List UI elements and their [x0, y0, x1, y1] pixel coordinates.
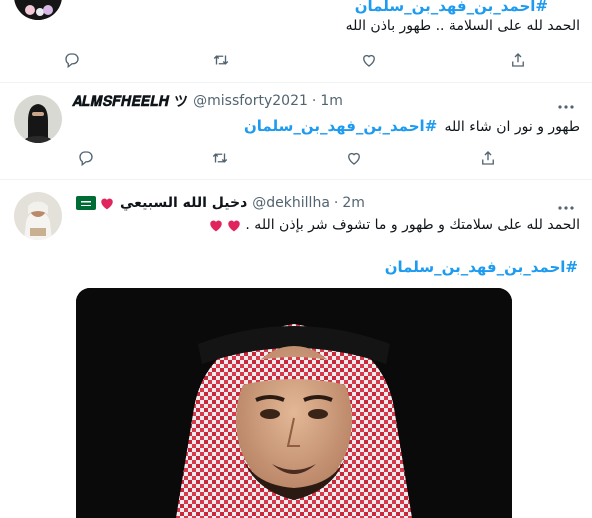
user-handle[interactable]: @dekhillha	[252, 195, 330, 211]
heart-emoji-icon	[99, 196, 115, 210]
hashtag-link[interactable]: #احمد_بن_فهد_بن_سلمان	[385, 258, 578, 276]
tweet-text: الحمد لله على سلامتك و طهور و ما تشوف شر…	[245, 217, 580, 233]
tweet-3[interactable]: دخيل الله السبيعي @dekhillha · 2m الحمد …	[0, 180, 592, 518]
tweet-text: الحمد لله على السلامة .. طهور باذن الله	[345, 18, 580, 34]
avatar[interactable]	[14, 95, 62, 143]
more-icon[interactable]	[556, 97, 576, 109]
tweet-header: 𝑨𝑳𝑴𝑺𝑭𝑯𝑬𝑬𝑳𝑯 ツ @missforty2021 · 1m	[72, 91, 343, 111]
retweet-icon[interactable]	[209, 50, 233, 70]
like-icon[interactable]	[357, 50, 381, 70]
user-handle[interactable]: @missforty2021	[193, 93, 308, 109]
tweet-1[interactable]: #احمد_بن_فهد_بن_سلمان الحمد لله على السل…	[0, 0, 592, 82]
tweet-text: طهور و نور ان شاء الله	[444, 119, 580, 135]
timestamp[interactable]: 2m	[342, 195, 365, 211]
share-icon[interactable]	[476, 148, 500, 168]
separator: ·	[333, 195, 339, 211]
timestamp[interactable]: 1m	[320, 93, 343, 109]
reply-icon[interactable]	[74, 148, 98, 168]
separator: ·	[311, 93, 317, 109]
more-icon[interactable]	[556, 198, 576, 210]
avatar[interactable]	[14, 192, 62, 240]
heart-emoji-icon	[226, 218, 242, 232]
reply-icon[interactable]	[60, 50, 84, 70]
tweet-2[interactable]: 𝑨𝑳𝑴𝑺𝑭𝑯𝑬𝑬𝑳𝑯 ツ @missforty2021 · 1m طهور و …	[0, 83, 592, 179]
hashtag-link[interactable]: #احمد_بن_فهد_بن_سلمان	[244, 117, 437, 135]
share-icon[interactable]	[506, 50, 530, 70]
display-name[interactable]: 𝑨𝑳𝑴𝑺𝑭𝑯𝑬𝑬𝑳𝑯 ツ	[72, 91, 188, 111]
hashtag-link[interactable]: #احمد_بن_فهد_بن_سلمان	[355, 0, 548, 15]
retweet-icon[interactable]	[208, 148, 232, 168]
avatar[interactable]	[14, 0, 62, 20]
tweet-header: دخيل الله السبيعي @dekhillha · 2m	[76, 193, 365, 213]
tweet-actions	[60, 50, 530, 70]
like-icon[interactable]	[342, 148, 366, 168]
heart-emoji-icon	[208, 218, 224, 232]
tweet-actions	[74, 148, 500, 168]
tweet-body: الحمد لله على سلامتك و طهور و ما تشوف شر…	[208, 217, 580, 233]
tweet-media-image[interactable]	[76, 288, 512, 518]
saudi-flag-icon	[76, 196, 96, 210]
display-name[interactable]: دخيل الله السبيعي	[120, 195, 247, 211]
tweet-body: طهور و نور ان شاء الله	[444, 116, 580, 135]
